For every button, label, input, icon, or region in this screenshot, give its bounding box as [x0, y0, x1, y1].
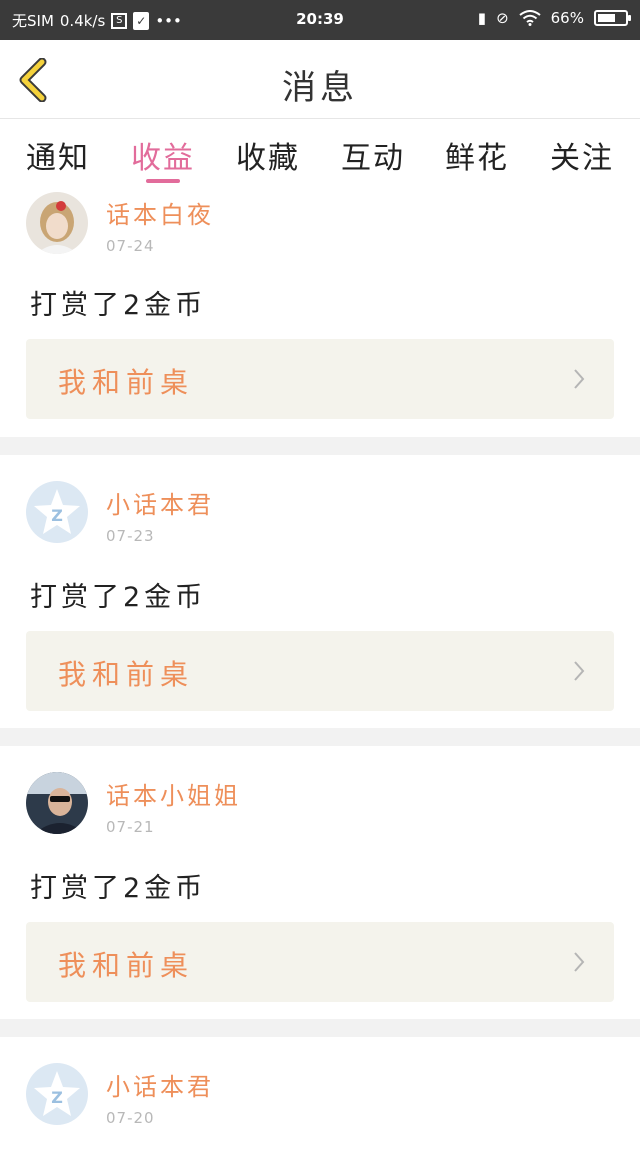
story-title: 我和前桌 — [58, 366, 195, 399]
story-title: 我和前桌 — [58, 658, 195, 691]
default-avatar-star-icon: Z — [26, 481, 88, 543]
story-link-button[interactable]: 我和前桌 — [26, 339, 614, 419]
divider — [0, 1019, 640, 1037]
message-card: 话本小姐姐 07-21 打赏了2金币 我和前桌 — [0, 746, 640, 1019]
story-link-button[interactable]: 我和前桌 — [26, 631, 614, 711]
username[interactable]: 话本白夜 — [106, 195, 214, 230]
tab-notify[interactable]: 通知 — [6, 133, 110, 177]
tab-interaction[interactable]: 互动 — [321, 133, 425, 177]
default-avatar-star-icon: Z — [26, 1063, 88, 1125]
username[interactable]: 话本小姐姐 — [106, 776, 241, 811]
tab-favorites[interactable]: 收藏 — [216, 133, 320, 177]
message-card: Z 小话本君 07-23 打赏了2金币 我和前桌 — [0, 455, 640, 728]
chevron-right-icon — [574, 661, 585, 681]
battery-saver-icon: ▮ — [477, 9, 487, 27]
battery-percent: 66% — [550, 9, 584, 27]
page-title: 消息 — [282, 68, 358, 108]
message-list: 话本白夜 07-24 打赏了2金币 我和前桌 Z 小话本君 07-23 打赏了2… — [0, 187, 640, 1157]
message-date: 07-20 — [106, 1109, 155, 1127]
message-text: 打赏了2金币 — [30, 582, 207, 613]
story-link-button[interactable]: 我和前桌 — [26, 922, 614, 1002]
message-text: 打赏了2金币 — [30, 290, 207, 321]
divider — [0, 728, 640, 746]
svg-text:Z: Z — [51, 1088, 63, 1107]
chevron-right-icon — [574, 369, 585, 389]
wifi-icon — [519, 10, 541, 26]
message-date: 07-24 — [106, 237, 155, 255]
active-tab-indicator — [146, 179, 180, 183]
username[interactable]: 小话本君 — [106, 485, 214, 520]
battery-icon — [594, 10, 631, 26]
message-date: 07-21 — [106, 818, 155, 836]
divider — [0, 437, 640, 455]
message-text: 打赏了2金币 — [30, 873, 207, 904]
username[interactable]: 小话本君 — [106, 1067, 214, 1102]
status-bar: 无SIM 0.4k/s S ✓ ••• 20:39 ▮ ⊘ 66% — [0, 0, 640, 40]
mute-icon: ⊘ — [496, 9, 509, 27]
story-title: 我和前桌 — [58, 949, 195, 982]
tab-earnings[interactable]: 收益 — [111, 133, 215, 177]
chevron-right-icon — [574, 952, 585, 972]
tab-flowers[interactable]: 鲜花 — [425, 133, 529, 177]
tab-follow[interactable]: 关注 — [530, 133, 634, 177]
avatar[interactable]: Z — [26, 1063, 88, 1125]
svg-text:Z: Z — [51, 506, 63, 525]
avatar[interactable] — [26, 192, 88, 254]
message-card: 话本白夜 07-24 打赏了2金币 我和前桌 — [0, 187, 640, 437]
avatar[interactable]: Z — [26, 481, 88, 543]
avatar[interactable] — [26, 772, 88, 834]
message-card: Z 小话本君 07-20 — [0, 1037, 640, 1157]
app-header: 消息 — [0, 40, 640, 119]
message-date: 07-23 — [106, 527, 155, 545]
tab-bar: 通知 收益 收藏 互动 鲜花 关注 — [0, 119, 640, 187]
